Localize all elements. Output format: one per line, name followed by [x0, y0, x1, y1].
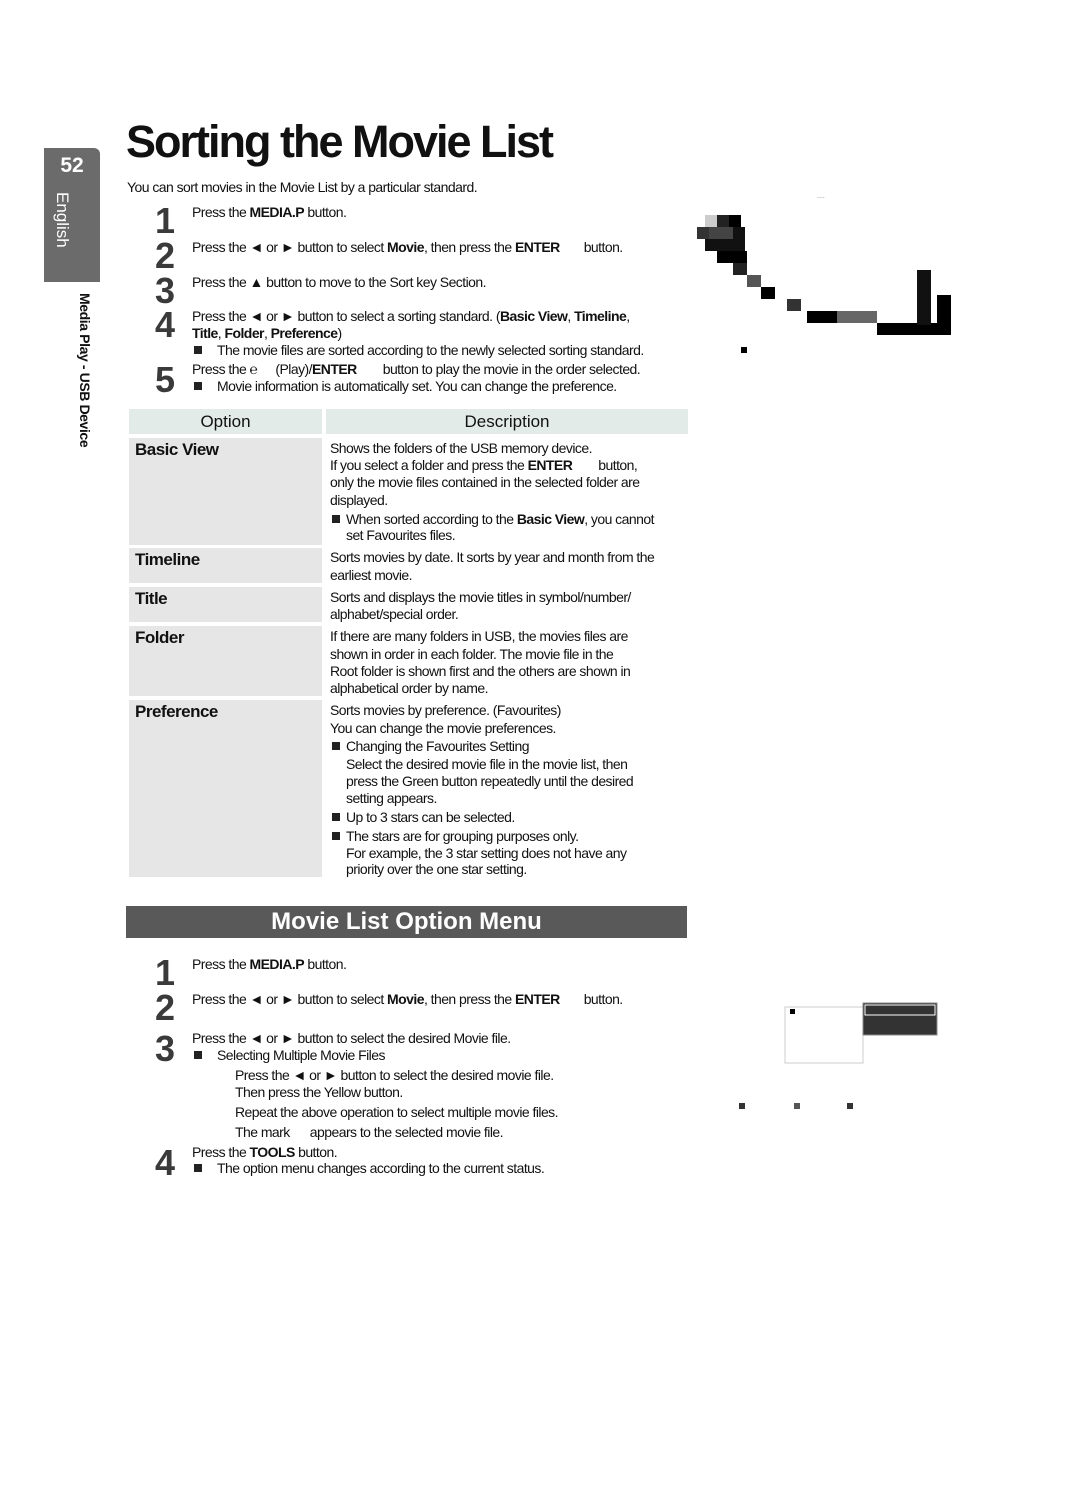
- description-line: displayed.: [330, 492, 388, 508]
- description-line: Sorts and displays the movie titles in s…: [330, 589, 631, 605]
- svg-text:....: ....: [817, 193, 825, 200]
- page-title: Sorting the Movie List: [126, 116, 554, 167]
- table-header-description: Description: [326, 409, 688, 434]
- step-number: 2: [155, 235, 175, 276]
- sub-line: Press the ◄ or ► button to select the de…: [235, 1067, 554, 1083]
- step-number: 2: [155, 987, 175, 1028]
- step-number: 4: [155, 304, 175, 345]
- description-line: shown in order in each folder. The movie…: [330, 646, 614, 662]
- section-label: Media Play - USB Device: [77, 293, 93, 448]
- page-number: 52: [60, 154, 84, 177]
- option-step-3-text: Press the ◄ or ► button to select the de…: [192, 1030, 511, 1046]
- sub-line: Repeat the above operation to select mul…: [235, 1104, 559, 1120]
- step-4-note: The movie files are sorted according to …: [194, 341, 644, 359]
- table-row-option: Folder: [129, 626, 322, 696]
- description-line: Sorts movies by preference. (Favourites): [330, 702, 561, 718]
- description-line: priority over the one star setting.: [346, 861, 527, 877]
- movie-list-screenshot: ....: [697, 193, 951, 353]
- description-line: You can change the movie preferences.: [330, 720, 556, 736]
- description-line: Select the desired movie file in the mov…: [346, 756, 628, 772]
- sub-line: The mark appears to the selected movie f…: [235, 1124, 504, 1140]
- step-5-note: Movie information is automatically set. …: [194, 377, 617, 395]
- description-note: Up to 3 stars can be selected.: [332, 808, 515, 826]
- description-line: Shows the folders of the USB memory devi…: [330, 440, 592, 456]
- table-row-option: Preference: [129, 700, 322, 877]
- step-number: 4: [155, 1142, 175, 1183]
- step-number: 1: [155, 200, 175, 241]
- sub-line: Then press the Yellow button.: [235, 1084, 403, 1100]
- step-4-text: Press the ◄ or ► button to select a sort…: [192, 308, 630, 324]
- step-number: 5: [155, 359, 175, 400]
- description-line: Sorts movies by date. It sorts by year a…: [330, 549, 655, 565]
- table-row-option: Timeline: [129, 548, 322, 583]
- description-line: only the movie files contained in the se…: [330, 474, 640, 490]
- description-line: If there are many folders in USB, the mo…: [330, 628, 628, 644]
- description-line: alphabet/special order.: [330, 606, 459, 622]
- intro-text: You can sort movies in the Movie List by…: [127, 179, 478, 195]
- manual-page: 52 English Media Play - USB Device Sorti…: [0, 0, 1080, 1488]
- description-line: setting appears.: [346, 790, 437, 806]
- description-line: earliest movie.: [330, 567, 413, 583]
- description-line: set Favourites files.: [346, 527, 456, 543]
- step-1-text: Press the MEDIA.P button.: [192, 204, 347, 220]
- step-number: 1: [155, 952, 175, 993]
- description-line: If you select a folder and press the ENT…: [330, 457, 638, 473]
- description-note: The stars are for grouping purposes only…: [332, 827, 579, 845]
- option-step-3-note: Selecting Multiple Movie Files: [194, 1046, 385, 1064]
- description-line: alphabetical order by name.: [330, 680, 488, 696]
- option-menu-screenshot: [739, 1002, 938, 1109]
- step-5-text: Press the ℮ (Play)/ENTER button to play th…: [192, 361, 641, 377]
- step-number: 3: [155, 1028, 175, 1069]
- section-banner: Movie List Option Menu: [126, 906, 687, 938]
- page-tab: 52 English: [44, 148, 100, 282]
- step-4-text-cont: Title, Folder, Preference): [192, 325, 342, 341]
- step-3-text: Press the ▲ button to move to the Sort k…: [192, 274, 487, 290]
- option-step-4-note: The option menu changes according to the…: [194, 1159, 545, 1177]
- description-line: press the Green button repeatedly until …: [346, 773, 634, 789]
- language-label: English: [53, 192, 72, 248]
- table-row-option: Title: [129, 587, 322, 622]
- option-step-1-text: Press the MEDIA.P button.: [192, 956, 347, 972]
- table-header-option: Option: [129, 409, 322, 434]
- description-note: Changing the Favourites Setting: [332, 737, 530, 755]
- description-line: Root folder is shown first and the other…: [330, 663, 631, 679]
- table-row-option: Basic View: [129, 438, 322, 545]
- option-step-2-text: Press the ◄ or ► button to select Movie,…: [192, 991, 623, 1007]
- step-2-text: Press the ◄ or ► button to select Movie,…: [192, 239, 623, 255]
